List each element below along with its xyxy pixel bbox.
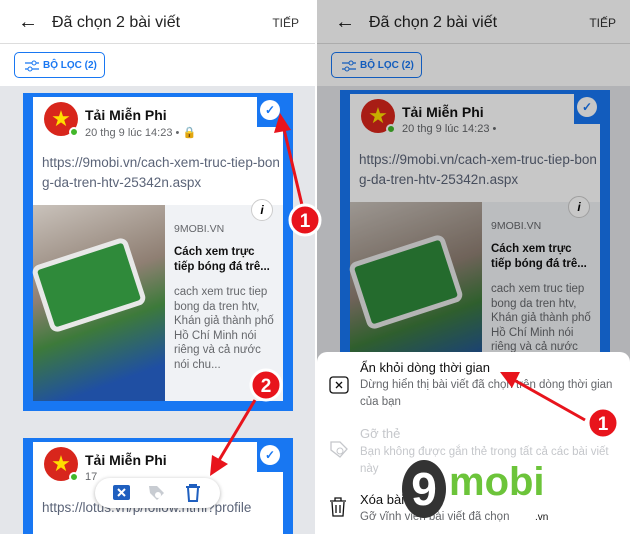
- selection-toolbar: [95, 478, 220, 508]
- selected-check-icon[interactable]: ✓: [260, 100, 280, 120]
- link-preview[interactable]: 9MOBI.VN Cách xem trực tiếp bóng đá trê.…: [165, 205, 283, 401]
- menu-item-remove-tag: Gỡ thẻ: [360, 426, 401, 441]
- online-dot: [69, 472, 79, 482]
- left-screen: ← Đã chọn 2 bài viết TIẾP BỘ LỌC (2) ✓ ★…: [0, 0, 315, 534]
- menu-item-delete-post[interactable]: Xóa bài: [360, 492, 404, 507]
- hide-x-icon: [329, 376, 349, 394]
- page-title: Đã chọn 2 bài viết: [52, 14, 181, 31]
- trash-icon[interactable]: [185, 484, 201, 502]
- filter-button[interactable]: BỘ LỌC (2): [14, 52, 105, 78]
- watermark-domain: .vn: [535, 512, 549, 523]
- post-date: 20 thg 9 lúc 14:23 • 🔒: [85, 127, 197, 139]
- filter-label: BỘ LỌC (2): [43, 60, 97, 71]
- preview-source: 9MOBI.VN: [174, 223, 225, 235]
- watermark-logo: 9: [402, 460, 446, 518]
- lock-icon: 🔒: [182, 127, 197, 139]
- link-preview-image: [30, 205, 165, 401]
- post-author: Tải Miễn Phi: [85, 107, 167, 123]
- sliders-icon: [25, 60, 39, 72]
- post-date: 17: [85, 471, 98, 483]
- tag-icon[interactable]: [148, 485, 165, 501]
- back-arrow-icon[interactable]: ←: [18, 11, 38, 34]
- post-feed[interactable]: ✓ ★ Tải Miễn Phi 20 thg 9 lúc 14:23 • 🔒 …: [0, 86, 315, 534]
- post-card[interactable]: ✓ ★ Tải Miễn Phi 20 thg 9 lúc 14:23 • 🔒 …: [23, 93, 293, 411]
- preview-title: Cách xem trực tiếp bóng đá trê...: [174, 246, 270, 273]
- next-button[interactable]: TIẾP: [272, 16, 299, 30]
- tag-icon: [330, 441, 348, 458]
- post-author: Tải Miễn Phi: [85, 452, 167, 468]
- post-link[interactable]: https://9mobi.vn/cach-xem-truc-tiep-bong…: [42, 153, 287, 193]
- watermark-text: mobi: [449, 460, 545, 504]
- hide-x-icon[interactable]: [113, 485, 130, 500]
- selected-check-icon[interactable]: ✓: [260, 445, 280, 465]
- menu-item-hide-from-timeline[interactable]: Ẩn khỏi dòng thời gian: [360, 360, 490, 375]
- right-screen: ← Đã chọn 2 bài viết TIẾP BỘ LỌC (2) ✓ ★…: [317, 0, 630, 534]
- action-sheet: Ẩn khỏi dòng thời gian Dừng hiển thị bài…: [317, 352, 630, 534]
- menu-item-description: Gỡ vĩnh viễn bài viết đã chọn: [360, 511, 510, 523]
- preview-description: cach xem truc tiep bong da tren htv, Khá…: [174, 286, 274, 371]
- menu-item-description: Dừng hiển thị bài viết đã chọn trên dòng…: [360, 379, 613, 408]
- header: ← Đã chọn 2 bài viết TIẾP: [0, 0, 315, 44]
- info-icon[interactable]: i: [251, 199, 273, 221]
- online-dot: [69, 127, 79, 137]
- trash-icon: [330, 497, 346, 517]
